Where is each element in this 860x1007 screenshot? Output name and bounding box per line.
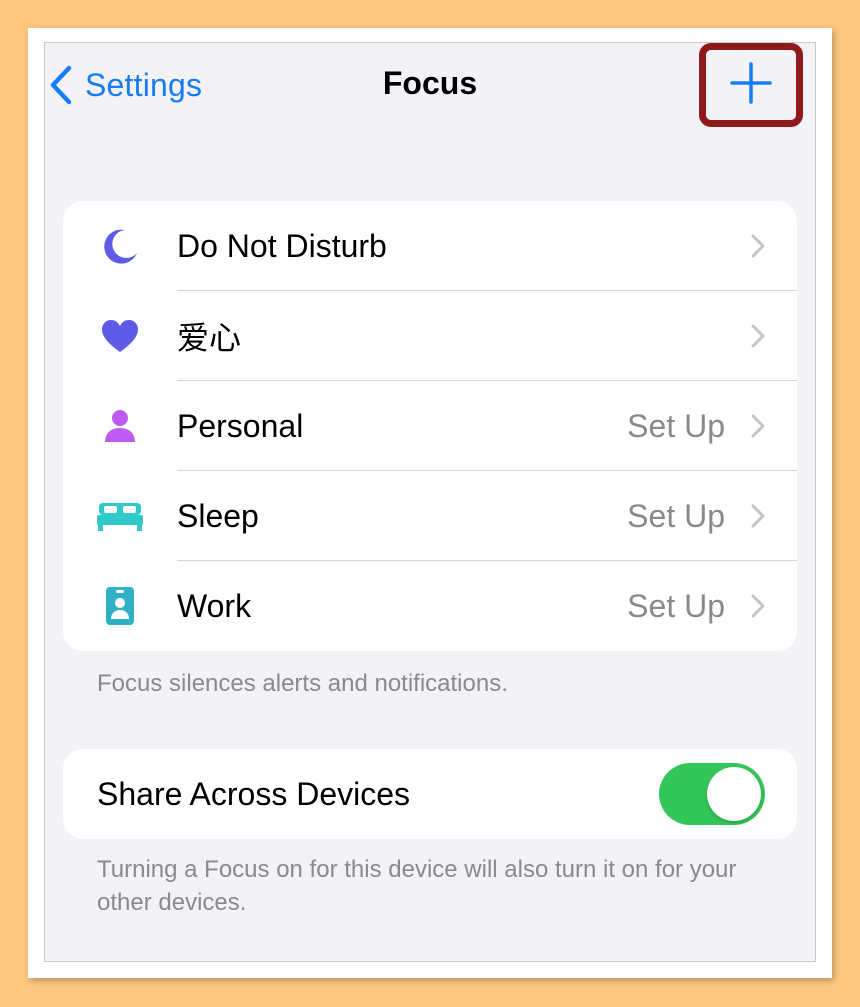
plus-icon	[729, 61, 773, 110]
id-badge-icon	[91, 561, 149, 651]
focus-row-value: Set Up	[627, 497, 725, 534]
screenshot-frame: Settings Focus Do Not Disturb 爱心 Persona…	[28, 28, 832, 978]
focus-row-label: Do Not Disturb	[177, 227, 387, 264]
chevron-right-icon	[751, 414, 765, 443]
focus-row-sleep[interactable]: Sleep Set Up	[63, 471, 797, 561]
focus-modes-list: Do Not Disturb 爱心 Personal Set Up Sleep …	[63, 201, 797, 651]
focus-row-label: Sleep	[177, 497, 259, 534]
focus-row-work[interactable]: Work Set Up	[63, 561, 797, 651]
focus-row-value: Set Up	[627, 587, 725, 624]
share-footnote: Turning a Focus on for this device will …	[97, 856, 737, 916]
focus-row-label: 爱心	[177, 320, 242, 356]
focus-row-value: Set Up	[627, 407, 725, 444]
chevron-right-icon	[751, 504, 765, 533]
focus-row-personal[interactable]: Personal Set Up	[63, 381, 797, 471]
focus-row-do-not-disturb[interactable]: Do Not Disturb	[63, 201, 797, 291]
heart-icon	[91, 291, 149, 381]
chevron-right-icon	[751, 234, 765, 263]
chevron-right-icon	[751, 594, 765, 623]
person-icon	[91, 381, 149, 471]
share-across-devices-row: Share Across Devices	[63, 749, 797, 839]
navigation-bar: Settings Focus	[45, 43, 815, 133]
toggle-knob	[707, 767, 761, 821]
bed-icon	[91, 471, 149, 561]
chevron-right-icon	[751, 324, 765, 353]
add-focus-button[interactable]	[699, 43, 803, 127]
focus-row-label: Personal	[177, 407, 304, 444]
moon-icon	[91, 201, 149, 291]
share-across-devices-toggle[interactable]	[659, 763, 765, 825]
focus-row-label: Work	[177, 587, 252, 624]
share-across-devices-label: Share Across Devices	[97, 776, 411, 812]
focus-footnote: Focus silences alerts and notifications.	[97, 670, 508, 697]
focus-row-heart[interactable]: 爱心	[63, 291, 797, 381]
focus-settings-screen: Settings Focus Do Not Disturb 爱心 Persona…	[44, 42, 816, 962]
